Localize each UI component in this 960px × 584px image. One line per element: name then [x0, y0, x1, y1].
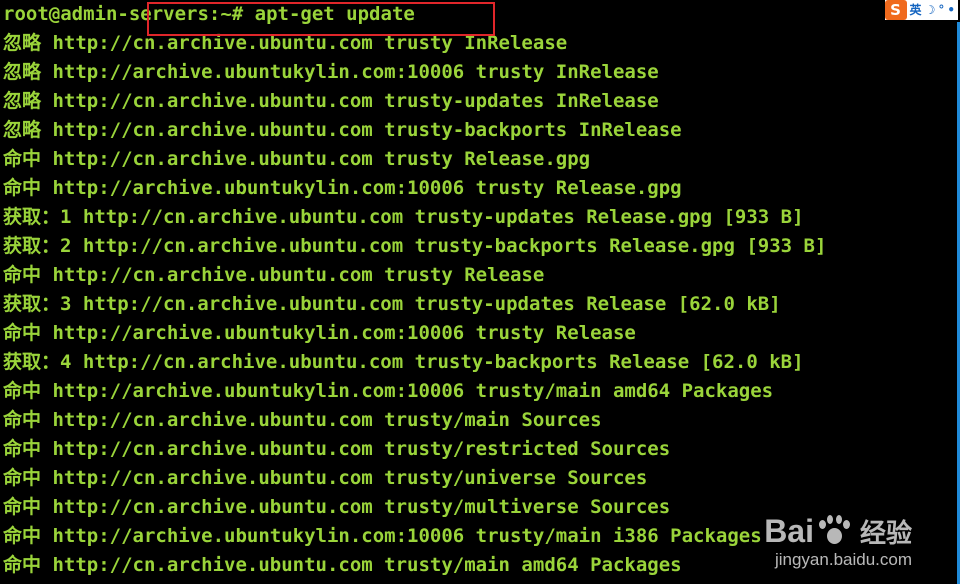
output-line: 命中 http://cn.archive.ubuntu.com trusty/u… [3, 467, 648, 489]
output-line: 忽略 http://cn.archive.ubuntu.com trusty-b… [3, 119, 682, 141]
ime-toolbar[interactable]: S 英 ☽ ° • [884, 0, 958, 20]
prompt-line: root@admin-servers:~# apt-get update [3, 2, 826, 31]
output-line: 命中 http://cn.archive.ubuntu.com trusty/r… [3, 438, 671, 460]
output-line: 命中 http://archive.ubuntukylin.com:10006 … [3, 177, 682, 199]
output-line: 忽略 http://cn.archive.ubuntu.com trusty-u… [3, 90, 659, 112]
output-line: 命中 http://cn.archive.ubuntu.com trusty/m… [3, 409, 602, 431]
prompt-text: root@admin-servers:~# [3, 3, 255, 25]
dot-icon[interactable]: • [947, 0, 955, 20]
output-line: 命中 http://archive.ubuntukylin.com:10006 … [3, 322, 636, 344]
output-line: 命中 http://archive.ubuntukylin.com:10006 … [3, 380, 774, 402]
terminal-output: root@admin-servers:~# apt-get update 忽略 … [3, 2, 826, 582]
output-line: 命中 http://archive.ubuntukylin.com:10006 … [3, 525, 762, 547]
output-line: 命中 http://cn.archive.ubuntu.com trusty R… [3, 148, 591, 170]
moon-icon[interactable]: ☽ [925, 0, 936, 20]
output-line: 获取：3 http://cn.archive.ubuntu.com trusty… [3, 293, 781, 315]
output-line: 命中 http://cn.archive.ubuntu.com trusty/m… [3, 554, 682, 576]
output-line: 忽略 http://cn.archive.ubuntu.com trusty I… [3, 32, 568, 54]
command-text: apt-get update [254, 3, 415, 25]
punctuation-icon[interactable]: ° [938, 0, 944, 20]
output-line: 获取：4 http://cn.archive.ubuntu.com trusty… [3, 351, 804, 373]
output-line: 获取：2 http://cn.archive.ubuntu.com trusty… [3, 235, 827, 257]
output-line: 命中 http://cn.archive.ubuntu.com trusty/m… [3, 496, 671, 518]
language-toggle[interactable]: 英 [910, 0, 922, 20]
sogou-logo-icon[interactable]: S [884, 0, 907, 20]
output-line: 命中 http://cn.archive.ubuntu.com trusty R… [3, 264, 545, 286]
watermark-cn-text: 经验 [859, 519, 912, 549]
output-line: 获取：1 http://cn.archive.ubuntu.com trusty… [3, 206, 804, 228]
output-line: 忽略 http://archive.ubuntukylin.com:10006 … [3, 61, 659, 83]
terminal-window[interactable]: root@admin-servers:~# apt-get update 忽略 … [0, 0, 960, 584]
